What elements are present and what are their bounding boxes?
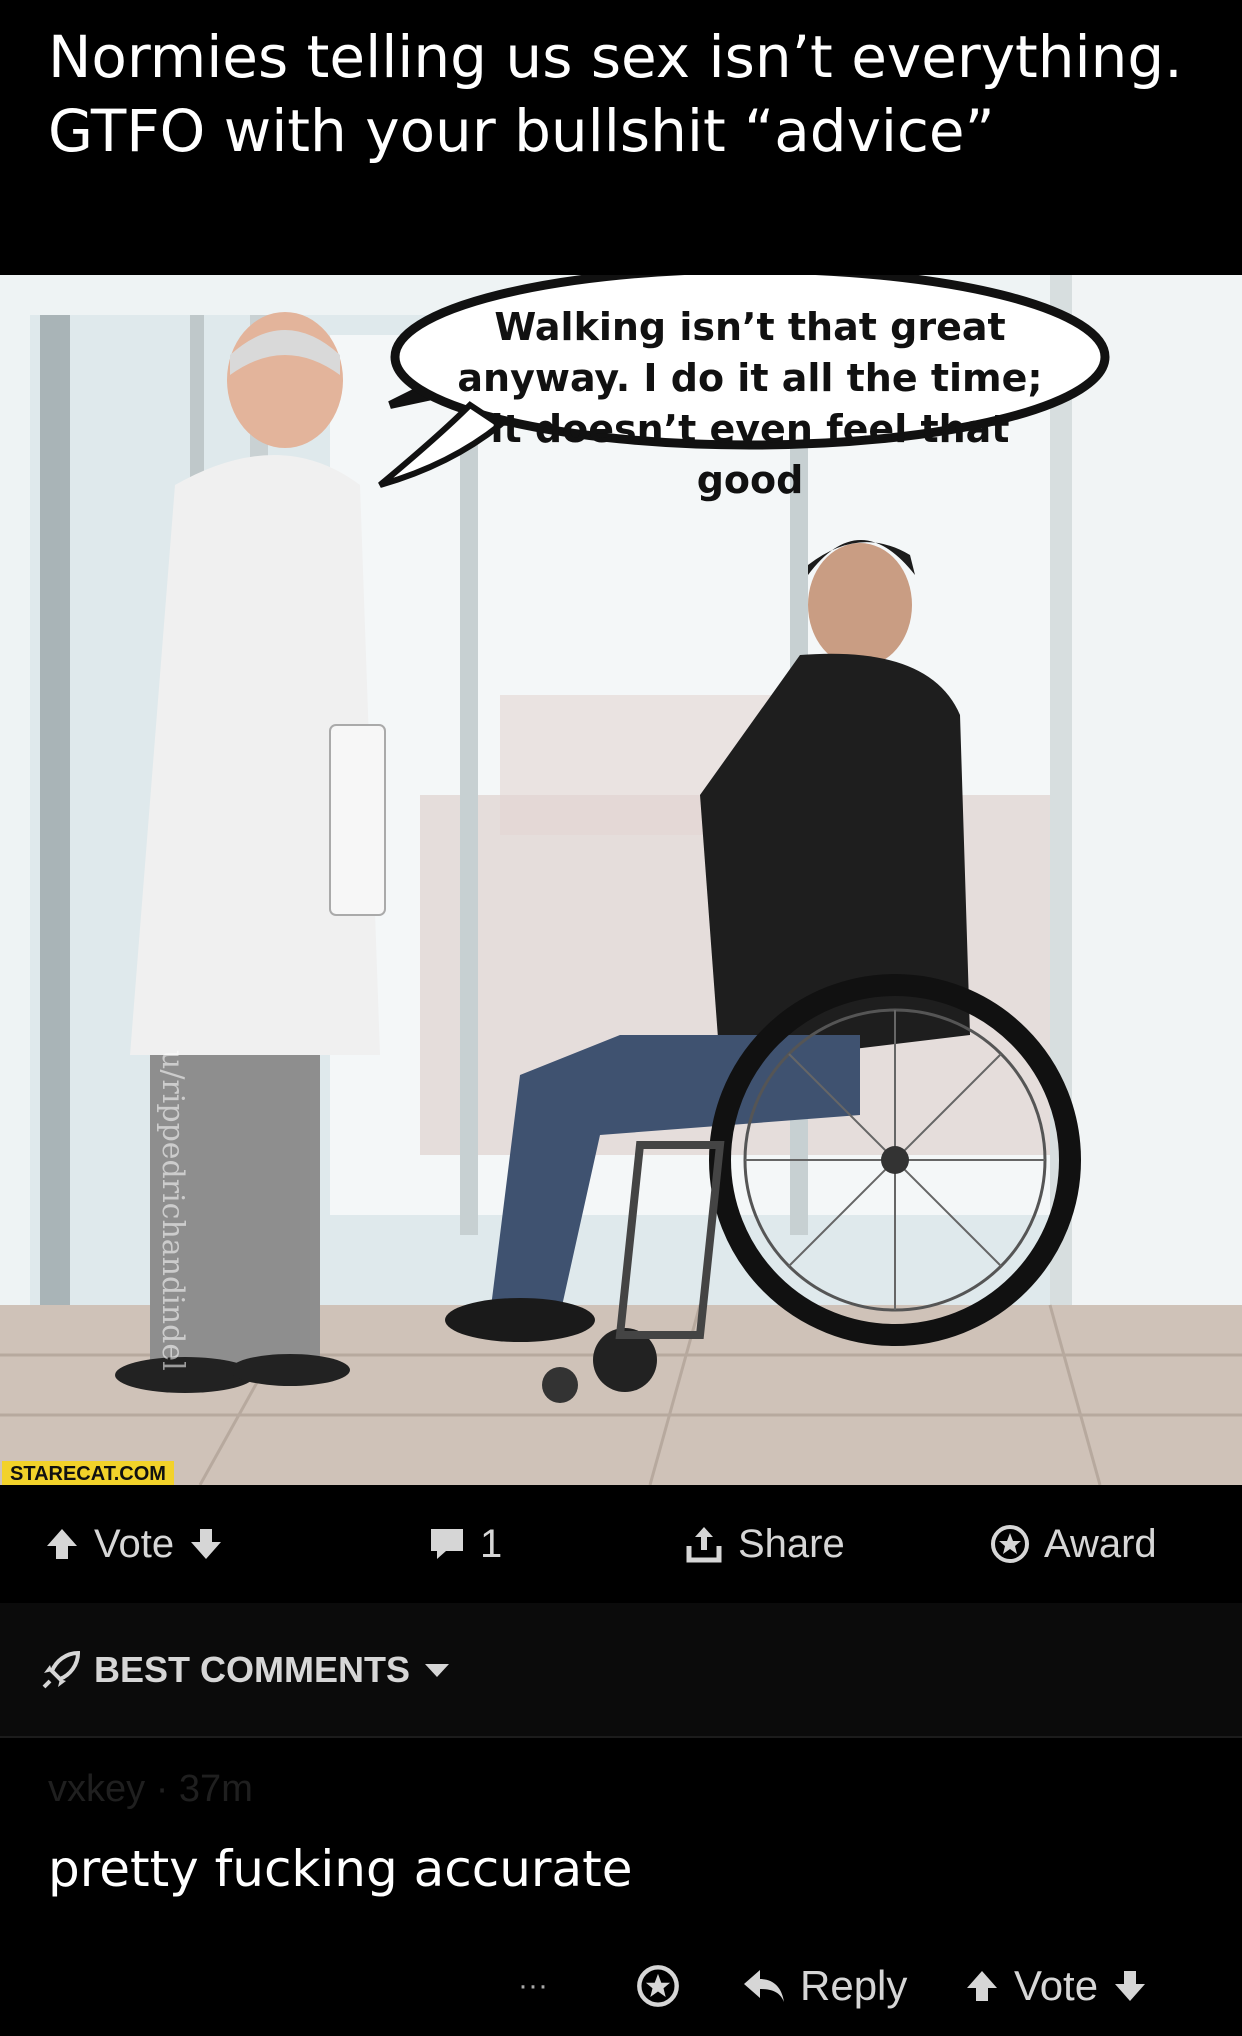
post-action-bar: Vote 1 Share Award [0,1485,1242,1603]
rocket-icon [40,1649,82,1691]
comment-actions: ··· Reply Vote [0,1936,1242,2036]
upvote-icon[interactable] [44,1526,80,1562]
reply-button[interactable]: Reply [742,1936,907,2036]
comments-button[interactable]: 1 [428,1485,502,1603]
comments-header: BEST COMMENTS [0,1603,1242,1738]
more-options-button[interactable]: ··· [518,1936,548,2036]
comment-icon [428,1526,466,1562]
reply-label: Reply [800,1962,908,2009]
comment-meta: vxkey · 37m [48,1768,253,1811]
downvote-icon[interactable] [188,1526,224,1562]
comment-sort-label: BEST COMMENTS [94,1648,411,1690]
comment-count: 1 [480,1521,503,1566]
award-icon [636,1964,680,2008]
comment-vote-control: Vote [964,1936,1148,2036]
share-icon [684,1524,724,1564]
award-button[interactable]: Award [990,1485,1157,1603]
comment-body: pretty fucking accurate [48,1840,633,1898]
award-label: Award [1044,1521,1157,1566]
post-title-bar: Normies telling us sex isn’t everything.… [0,0,1242,275]
upvote-icon[interactable] [964,1968,1000,2004]
award-icon [990,1524,1030,1564]
user-watermark: u/rippedrichandindel [155,1050,190,1371]
comment-author[interactable]: vxkey [48,1768,145,1810]
share-button[interactable]: Share [684,1485,845,1603]
downvote-icon[interactable] [1112,1968,1148,2004]
vote-control: Vote [44,1485,224,1603]
speech-bubble-text: Walking isn’t that great anyway. I do it… [457,305,1043,502]
chevron-down-icon [422,1660,452,1680]
comment-sort-dropdown[interactable]: BEST COMMENTS [40,1603,452,1736]
share-label: Share [738,1521,845,1566]
starecat-badge: STARECAT.COM [2,1461,174,1487]
comment-item: vxkey · 37m pretty fucking accurate ··· … [0,1738,1242,2031]
comment-meta-separator: · [155,1768,169,1810]
reply-icon [742,1968,786,2004]
post-title: Normies telling us sex isn’t everything.… [48,23,1183,165]
vote-label: Vote [94,1521,175,1566]
comment-award-button[interactable] [636,1936,680,2036]
comment-vote-label: Vote [1014,1962,1099,2009]
comment-age: 37m [178,1768,253,1810]
